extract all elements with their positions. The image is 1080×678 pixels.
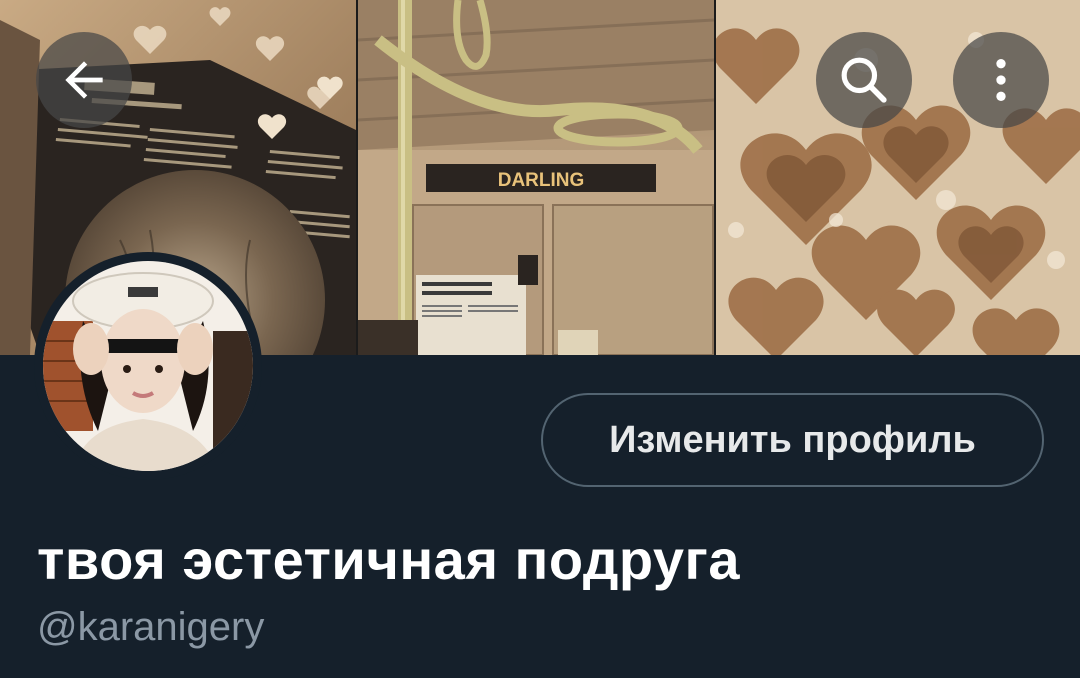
more-vertical-icon	[996, 59, 1006, 101]
more-options-button[interactable]	[953, 32, 1049, 128]
search-icon	[841, 57, 887, 103]
username: @karanigery	[37, 605, 265, 649]
display-name: твоя эстетичная подруга	[37, 528, 740, 591]
edit-profile-button[interactable]: Изменить профиль	[541, 393, 1044, 487]
darling-sign-text: DARLING	[498, 170, 585, 191]
search-button[interactable]	[816, 32, 912, 128]
arrow-left-icon	[65, 61, 103, 99]
avatar-image	[43, 261, 253, 471]
avatar[interactable]	[34, 252, 262, 480]
edit-profile-label: Изменить профиль	[609, 418, 976, 461]
banner-image-subway: DARLING	[358, 0, 714, 355]
back-button[interactable]	[36, 32, 132, 128]
